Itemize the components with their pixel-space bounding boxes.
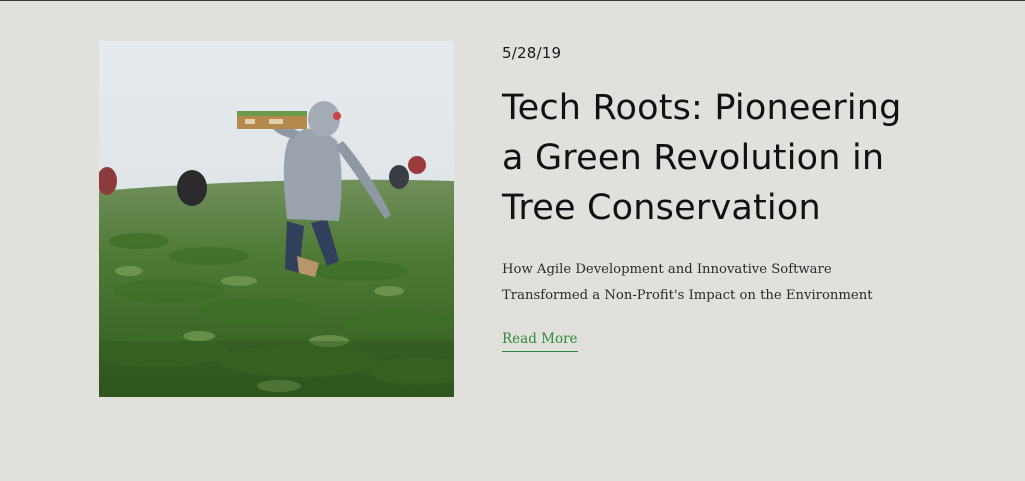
post-title[interactable]: Tech Roots: Pioneering a Green Revolutio… bbox=[502, 83, 922, 233]
post-excerpt: How Agile Development and Innovative Sof… bbox=[502, 262, 873, 303]
post-content: 5/28/19 Tech Roots: Pioneering a Green R… bbox=[502, 42, 922, 352]
top-border bbox=[0, 0, 1025, 1]
post-date: 5/28/19 bbox=[502, 44, 562, 62]
read-more-link[interactable]: Read More bbox=[502, 329, 578, 352]
post-image[interactable] bbox=[99, 41, 454, 397]
